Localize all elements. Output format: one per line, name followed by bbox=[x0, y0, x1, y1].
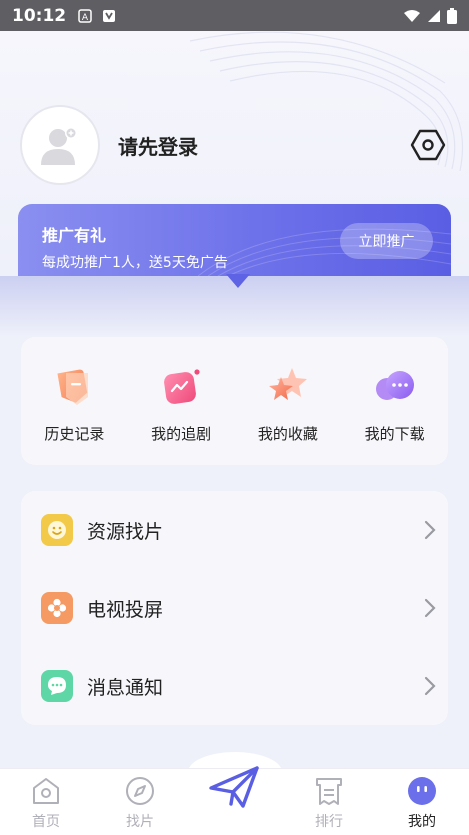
home-icon bbox=[33, 778, 59, 804]
user-avatar-icon bbox=[41, 127, 77, 165]
tab-home[interactable]: 首页 bbox=[1, 769, 91, 835]
promo-title: 推广有礼 bbox=[42, 226, 107, 245]
tab-label: 排行 bbox=[315, 814, 343, 830]
signal-icon bbox=[428, 9, 440, 22]
flower-icon bbox=[41, 592, 73, 624]
text-notification-icon: A bbox=[78, 8, 92, 23]
tab-find[interactable]: 找片 bbox=[95, 769, 185, 835]
download-icon bbox=[375, 371, 414, 400]
menu-item-label: 电视投屏 bbox=[87, 598, 164, 621]
menu-card: 资源找片 电视投屏 消息通知 bbox=[21, 491, 448, 725]
ranking-icon bbox=[316, 778, 342, 805]
tab-mine[interactable]: 我的 bbox=[377, 769, 467, 835]
quick-actions-card: 历史记录 我的追剧 我的收藏 我的下载 bbox=[21, 337, 448, 465]
quick-action-label: 我的收藏 bbox=[257, 425, 318, 443]
star-icon bbox=[268, 368, 307, 400]
quick-action-favorites[interactable]: 我的收藏 bbox=[235, 337, 342, 465]
login-prompt[interactable]: 请先登录 bbox=[118, 131, 198, 160]
chevron-right-icon bbox=[424, 676, 436, 696]
promo-pointer bbox=[226, 274, 250, 288]
promo-banner: 推广有礼 每成功推广1人，送5天免广告 立即推广 bbox=[18, 204, 451, 276]
promote-now-button[interactable]: 立即推广 bbox=[340, 223, 433, 259]
send-icon[interactable] bbox=[207, 764, 261, 810]
wifi-icon bbox=[404, 9, 420, 22]
quick-action-downloads[interactable]: 我的下载 bbox=[341, 337, 448, 465]
promo-subtitle: 每成功推广1人，送5天免广告 bbox=[42, 255, 228, 271]
menu-item-label: 资源找片 bbox=[87, 520, 164, 543]
profile-face-icon bbox=[408, 777, 436, 805]
tab-label: 找片 bbox=[126, 814, 154, 830]
tab-ranking[interactable]: 排行 bbox=[284, 769, 374, 835]
menu-item-label: 消息通知 bbox=[87, 676, 164, 699]
menu-item-find-resources[interactable]: 资源找片 bbox=[21, 491, 448, 569]
status-right bbox=[403, 7, 457, 24]
menu-item-tv-cast[interactable]: 电视投屏 bbox=[21, 569, 448, 647]
quick-action-history[interactable]: 历史记录 bbox=[21, 337, 128, 465]
smiley-icon bbox=[41, 514, 73, 546]
avatar[interactable] bbox=[20, 105, 100, 185]
message-icon bbox=[41, 670, 73, 702]
status-bar: 10:12 A bbox=[0, 0, 469, 31]
menu-item-notifications[interactable]: 消息通知 bbox=[21, 647, 448, 725]
quick-action-drama[interactable]: 我的追剧 bbox=[128, 337, 235, 465]
chevron-right-icon bbox=[424, 598, 436, 618]
quick-action-label: 我的下载 bbox=[364, 425, 425, 443]
svg-text:A: A bbox=[82, 13, 89, 23]
drama-icon bbox=[164, 369, 200, 404]
compass-icon bbox=[126, 777, 154, 805]
battery-icon bbox=[447, 7, 457, 24]
status-time: 10:12 bbox=[12, 5, 67, 26]
quick-action-label: 历史记录 bbox=[44, 425, 105, 443]
tab-label: 首页 bbox=[32, 814, 60, 830]
tab-label: 我的 bbox=[408, 814, 436, 830]
quick-action-label: 我的追剧 bbox=[151, 425, 212, 443]
app-notification-icon bbox=[103, 9, 116, 22]
history-icon bbox=[57, 369, 89, 405]
chevron-right-icon bbox=[424, 520, 436, 540]
settings-icon[interactable] bbox=[410, 127, 446, 163]
